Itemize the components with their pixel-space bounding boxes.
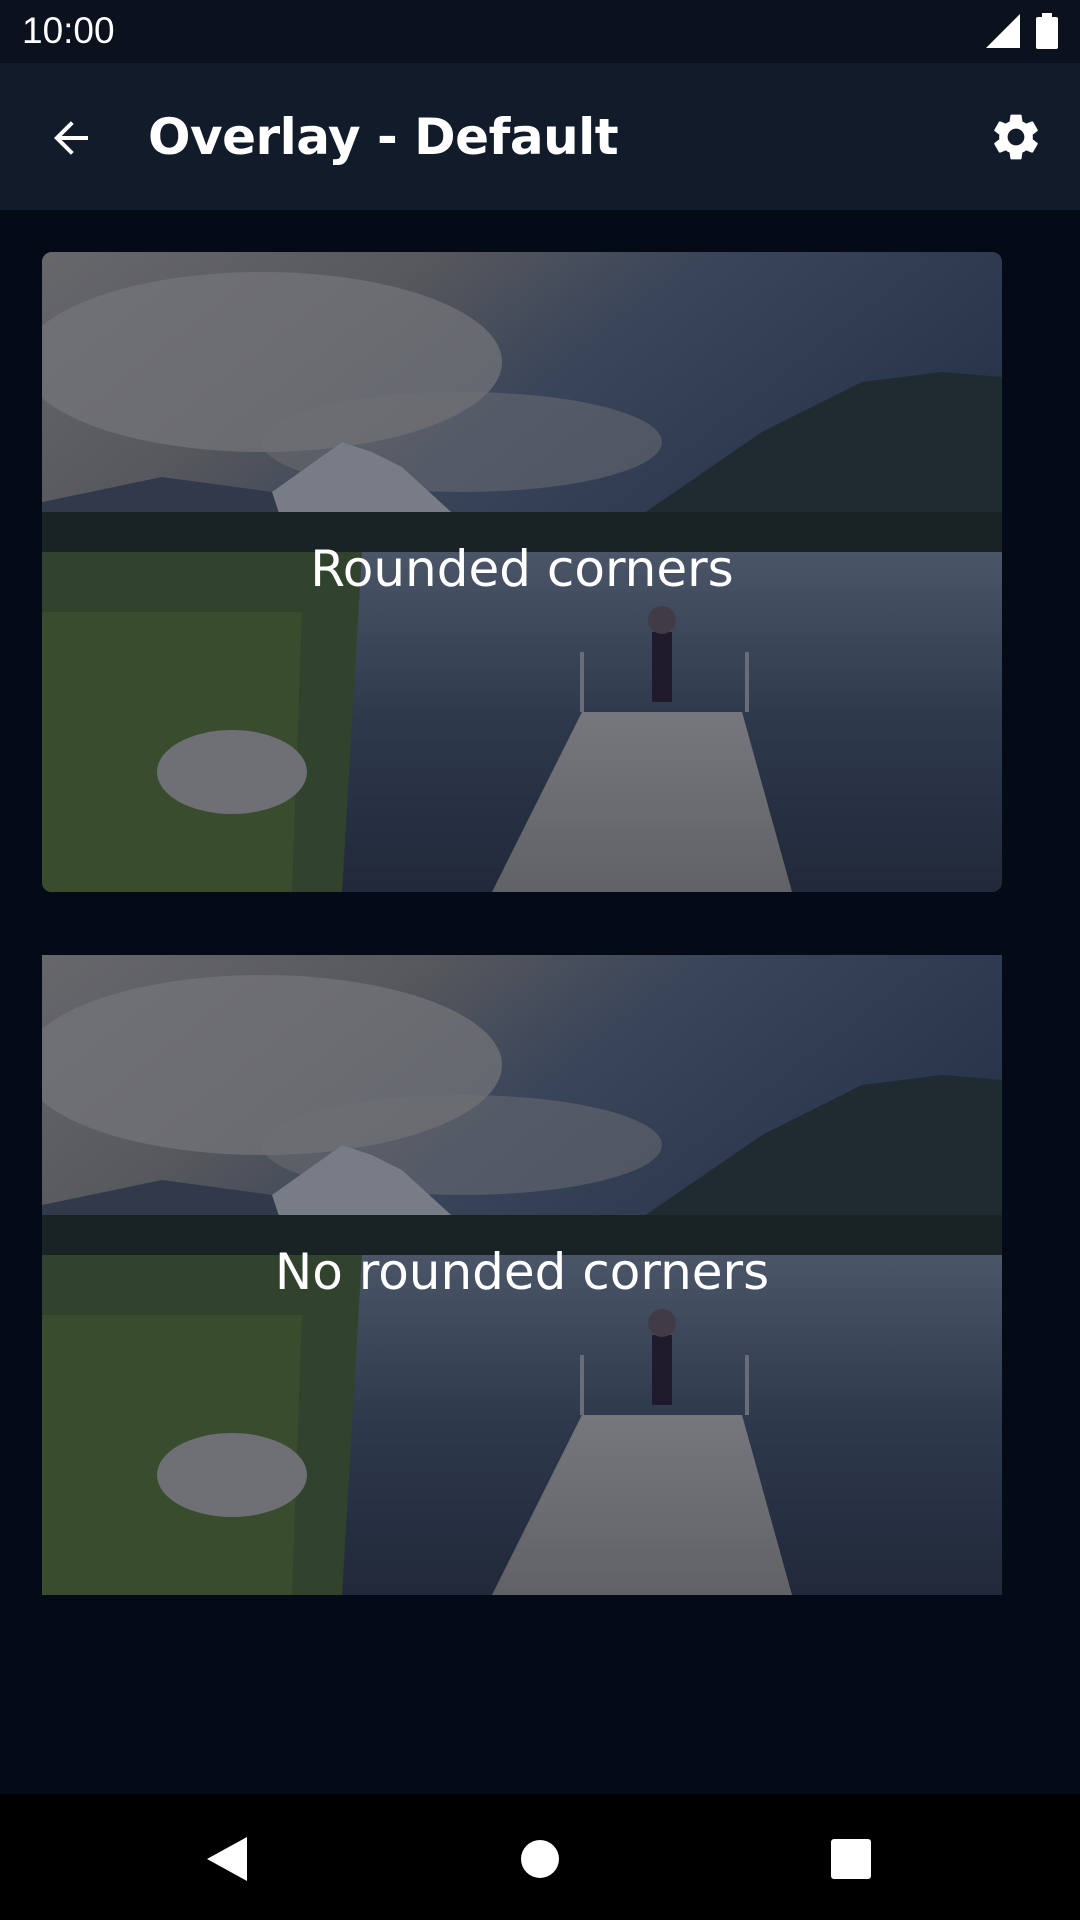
rounded-corners-card[interactable]: Rounded corners bbox=[42, 252, 1002, 892]
page-title: Overlay - Default bbox=[148, 108, 619, 166]
battery-icon bbox=[1036, 13, 1058, 49]
back-button[interactable] bbox=[40, 106, 104, 170]
system-nav-bar bbox=[0, 1794, 1080, 1920]
triangle-back-icon bbox=[207, 1837, 247, 1881]
card-label: No rounded corners bbox=[274, 1243, 770, 1301]
status-bar: 10:00 bbox=[0, 0, 1080, 63]
circle-home-icon bbox=[521, 1840, 559, 1878]
nav-back-button[interactable] bbox=[190, 1824, 260, 1894]
settings-button[interactable] bbox=[982, 103, 1050, 171]
status-time: 10:00 bbox=[22, 10, 115, 51]
app-bar: Overlay - Default bbox=[0, 63, 1080, 210]
arrow-back-icon bbox=[54, 121, 88, 155]
gear-icon bbox=[994, 114, 1038, 160]
nav-recents-button[interactable] bbox=[816, 1824, 886, 1894]
card-label: Rounded corners bbox=[310, 540, 734, 598]
nav-home-button[interactable] bbox=[505, 1824, 575, 1894]
signal-icon bbox=[986, 14, 1020, 48]
status-icons bbox=[986, 13, 1058, 49]
square-recents-icon bbox=[831, 1839, 871, 1879]
no-rounded-corners-card[interactable]: No rounded corners bbox=[42, 955, 1002, 1595]
